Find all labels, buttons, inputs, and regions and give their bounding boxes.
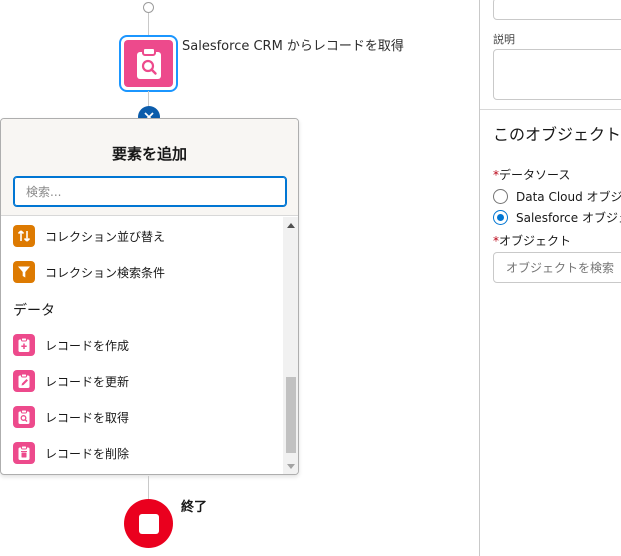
list-scrollbar[interactable] (283, 217, 298, 474)
object-section-title: このオブジェクト (493, 125, 621, 144)
radio-button[interactable] (493, 189, 508, 204)
scrollbar-thumb[interactable] (286, 377, 296, 453)
properties-panel: 説明 このオブジェクト *データソース Data Cloud オブジェ Sale… (479, 0, 621, 556)
data-source-label: *データソース (493, 166, 570, 183)
data-source-label-text: データソース (499, 168, 571, 182)
radio-button-selected[interactable] (493, 210, 508, 225)
list-item-label: レコードを作成 (45, 338, 130, 353)
update-record-icon (13, 370, 35, 392)
list-item-label: コレクション検索条件 (45, 265, 166, 280)
radio-salesforce[interactable]: Salesforce オブジェ (493, 209, 621, 226)
list-item-label: レコードを更新 (45, 374, 130, 389)
get-record-icon (13, 406, 35, 428)
delete-record-icon (13, 442, 35, 464)
description-label: 説明 (493, 33, 515, 46)
connector-line (148, 13, 149, 36)
scroll-down-arrow-icon[interactable] (287, 464, 295, 469)
object-label: *オブジェクト (493, 232, 571, 249)
list-item-delete-record[interactable]: レコードを削除 (13, 440, 129, 466)
radio-data-cloud[interactable]: Data Cloud オブジェ (493, 188, 621, 205)
object-search-input[interactable] (493, 252, 621, 283)
list-item-update-record[interactable]: レコードを更新 (13, 368, 129, 394)
connector-line (148, 91, 149, 107)
list-item-label: コレクション並び替え (45, 229, 166, 244)
label-input[interactable] (493, 0, 621, 20)
scroll-up-arrow-icon[interactable] (287, 223, 295, 228)
element-search-input[interactable] (13, 176, 287, 207)
end-node[interactable] (124, 499, 173, 548)
end-node-label: 終了 (181, 500, 208, 515)
stop-icon (138, 513, 159, 534)
description-textarea[interactable] (493, 49, 621, 100)
list-item-label: レコードを取得 (45, 410, 130, 425)
sort-icon (13, 225, 35, 247)
create-record-icon (13, 334, 35, 356)
list-item-create-record[interactable]: レコードを作成 (13, 332, 129, 358)
radio-label: Salesforce オブジェ (516, 211, 621, 225)
list-item-collection-sort[interactable]: コレクション並び替え (13, 223, 165, 249)
panel-divider (480, 109, 621, 110)
filter-icon (13, 261, 35, 283)
radio-label: Data Cloud オブジェ (516, 190, 621, 204)
get-records-node-icon (124, 40, 173, 87)
add-element-popover: 要素を追加 コレクション並び替え コレクション検索条 (0, 118, 299, 475)
element-list: コレクション並び替え コレクション検索条件 データ レコードを作成 レコードを更… (1, 217, 283, 474)
list-item-collection-filter[interactable]: コレクション検索条件 (13, 259, 165, 285)
get-records-node[interactable] (119, 35, 178, 92)
flow-canvas: Salesforce CRM からレコードを取得 要素を追加 コレクション並び替… (0, 0, 480, 556)
section-header-data: データ (13, 303, 55, 319)
get-records-node-label: Salesforce CRM からレコードを取得 (182, 39, 404, 54)
list-item-label: レコードを削除 (45, 446, 130, 461)
popover-title: 要素を追加 (111, 145, 187, 163)
object-label-text: オブジェクト (499, 234, 572, 248)
list-item-get-record[interactable]: レコードを取得 (13, 404, 129, 430)
connector-dot[interactable] (143, 2, 154, 13)
popover-header: 要素を追加 (1, 119, 298, 216)
connector-line (148, 476, 149, 500)
